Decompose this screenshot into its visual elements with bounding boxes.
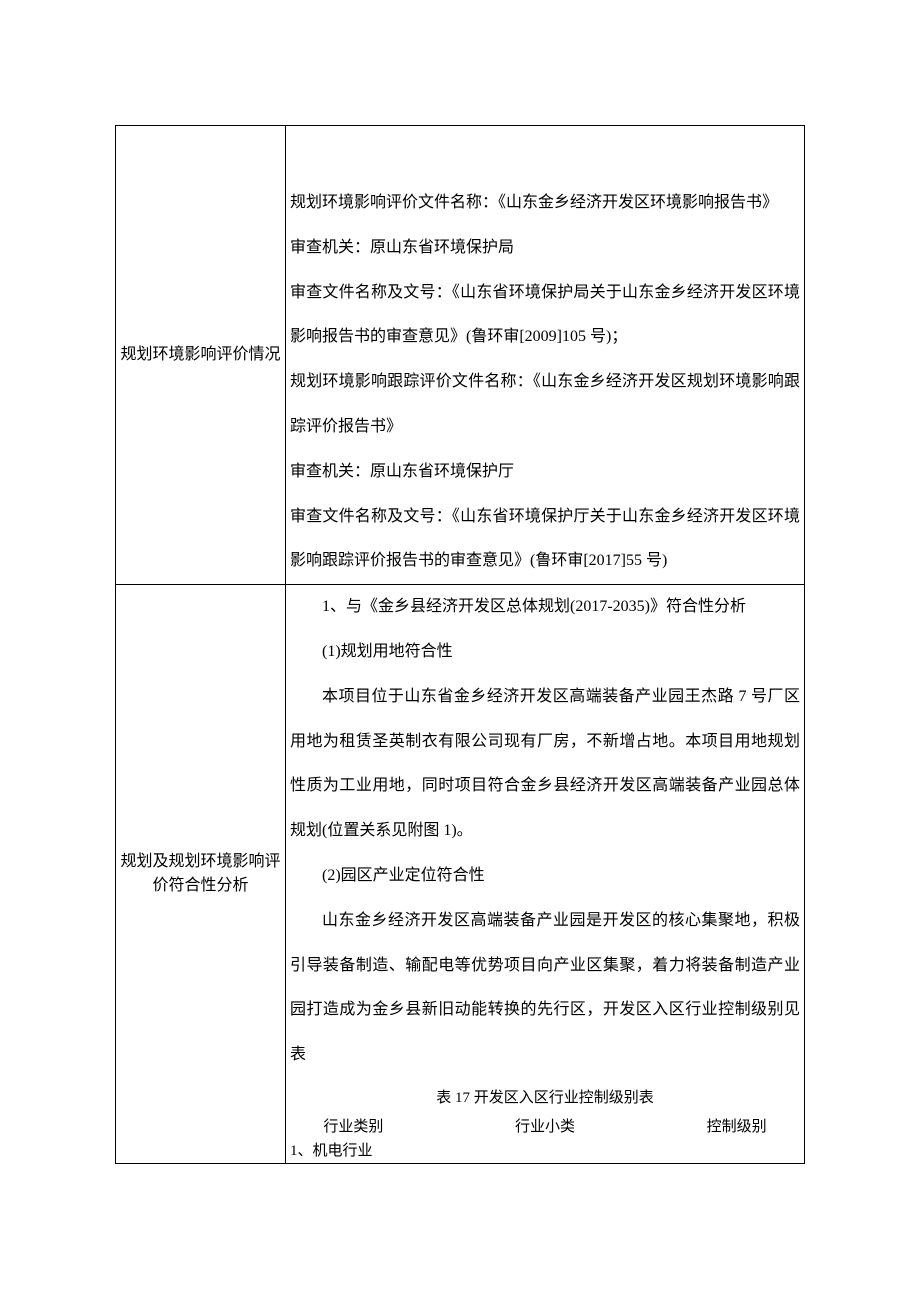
table-17-caption: 表 17 开发区入区行业控制级别表 xyxy=(286,1082,804,1115)
table-17-cell xyxy=(421,1139,670,1163)
para: 审查机关：原山东省环境保护厅 xyxy=(290,450,800,495)
heading-1: 1、与《金乡县经济开发区总体规划(2017-2035)》符合性分析 xyxy=(290,585,800,630)
row-planning-eia: 规划环境影响评价情况 规划环境影响评价文件名称：《山东金乡经济开发区环境影响报告… xyxy=(116,126,805,585)
table-17-header: 行业小类 xyxy=(421,1115,670,1139)
table-17-cell xyxy=(669,1139,804,1163)
document-table: 规划环境影响评价情况 规划环境影响评价文件名称：《山东金乡经济开发区环境影响报告… xyxy=(115,125,805,1164)
table-17-row: 1、机电行业 xyxy=(286,1139,804,1163)
table-17-header: 控制级别 xyxy=(669,1115,804,1139)
label-conformity: 规划及规划环境影响评价符合性分析 xyxy=(116,585,286,1164)
para: 本项目位于山东省金乡经济开发区高端装备产业园王杰路 7 号厂区用地为租赁圣英制衣… xyxy=(290,675,800,854)
para: 审查文件名称及文号：《山东省环境保护局关于山东金乡经济开发区环境影响报告书的审查… xyxy=(290,271,800,361)
subheading-1-2: (2)园区产业定位符合性 xyxy=(290,854,800,899)
subheading-1-1: (1)规划用地符合性 xyxy=(290,630,800,675)
content-conformity: 1、与《金乡县经济开发区总体规划(2017-2035)》符合性分析 (1)规划用… xyxy=(286,585,805,1164)
para: 审查文件名称及文号：《山东省环境保护厅关于山东金乡经济开发区环境影响跟踪评价报告… xyxy=(290,495,800,585)
para: 审查机关：原山东省环境保护局 xyxy=(290,226,800,271)
para: 规划环境影响跟踪评价文件名称：《山东金乡经济开发区规划环境影响跟踪评价报告书》 xyxy=(290,360,800,450)
content-planning-eia: 规划环境影响评价文件名称：《山东金乡经济开发区环境影响报告书》 审查机关：原山东… xyxy=(286,126,805,585)
para: 规划环境影响评价文件名称：《山东金乡经济开发区环境影响报告书》 xyxy=(290,181,800,226)
label-planning-eia: 规划环境影响评价情况 xyxy=(116,126,286,585)
row-conformity-analysis: 规划及规划环境影响评价符合性分析 1、与《金乡县经济开发区总体规划(2017-2… xyxy=(116,585,805,1164)
label-text: 规划及规划环境影响评价符合性分析 xyxy=(120,853,280,894)
table-17-header-row: 行业类别 行业小类 控制级别 xyxy=(286,1115,804,1139)
table-17: 行业类别 行业小类 控制级别 1、机电行业 xyxy=(286,1115,804,1163)
label-text: 规划环境影响评价情况 xyxy=(120,346,280,363)
table-17-cell: 1、机电行业 xyxy=(286,1139,421,1163)
table-17-header: 行业类别 xyxy=(286,1115,421,1139)
para: 山东金乡经济开发区高端装备产业园是开发区的核心集聚地，积极引导装备制造、输配电等… xyxy=(290,899,800,1078)
